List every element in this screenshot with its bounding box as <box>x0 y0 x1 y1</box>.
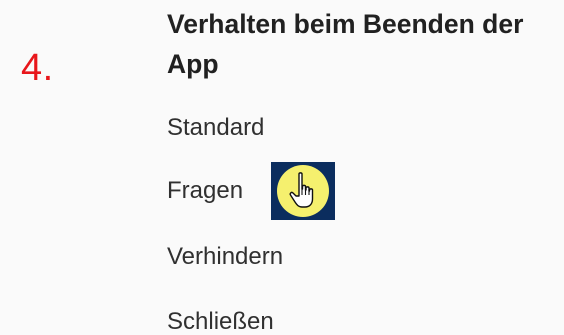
settings-screenshot: 4. Verhalten beim Beenden der App Standa… <box>0 0 564 335</box>
option-schliessen[interactable]: Schließen <box>167 300 274 335</box>
option-fragen[interactable]: Fragen <box>167 169 243 213</box>
option-verhindern[interactable]: Verhindern <box>167 235 283 279</box>
exit-behavior-options: Standard Fragen Verhindern Schließen <box>167 0 559 335</box>
pointer-highlight <box>271 162 335 220</box>
option-standard[interactable]: Standard <box>167 106 264 150</box>
step-number: 4. <box>21 47 54 89</box>
hand-pointer-icon <box>277 165 329 217</box>
